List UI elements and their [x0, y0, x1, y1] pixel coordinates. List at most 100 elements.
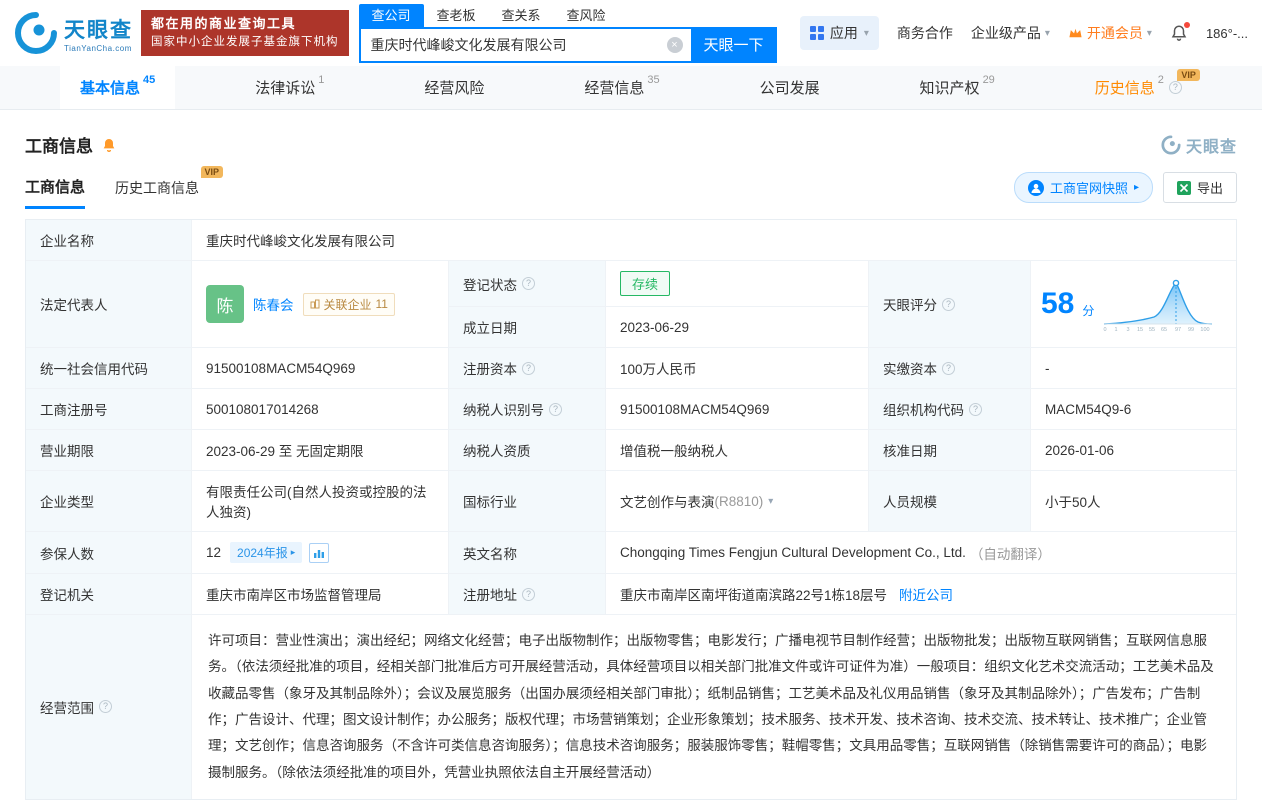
company-type-value: 有限责任公司(自然人投资或控股的法人独资) — [191, 471, 448, 531]
org-code-value: MACM54Q9-6 — [1030, 389, 1236, 429]
legal-rep-avatar[interactable]: 陈 — [206, 285, 244, 323]
logo-text: 天眼查 TianYanCha.com — [64, 14, 133, 53]
tab-legal-lawsuits[interactable]: 法律诉讼 1 — [235, 66, 344, 109]
company-name-label: 企业名称 — [26, 220, 191, 260]
export-button[interactable]: 导出 — [1162, 172, 1237, 203]
chevron-down-icon: ▾ — [1044, 27, 1050, 39]
svg-text:1: 1 — [1115, 327, 1118, 332]
help-icon[interactable] — [942, 297, 955, 311]
search-tab-boss[interactable]: 查老板 — [424, 4, 489, 27]
annual-report-label: 2024年报 — [237, 546, 288, 560]
legal-rep-name-link[interactable]: 陈春会 — [253, 294, 294, 314]
nav-join-vip[interactable]: 开通会员 ▾ — [1068, 23, 1152, 43]
table-row: 企业类型 有限责任公司(自然人投资或控股的法人独资) 国标行业 文艺创作与表演 … — [26, 470, 1236, 531]
tab-operating-risk[interactable]: 经营风险 — [404, 66, 504, 109]
header-nav: 应用 ▾ 商务合作 企业级产品 ▾ 开通会员 ▾ 186°-... — [799, 16, 1248, 50]
tab-operating-risk-label: 经营风险 — [424, 80, 485, 97]
tianyancha-company-page: 天眼查 TianYanCha.com 都在用的商业查询工具 国家中小企业发展子基… — [0, 0, 1262, 800]
help-icon[interactable] — [99, 700, 112, 714]
top-header: 天眼查 TianYanCha.com 都在用的商业查询工具 国家中小企业发展子基… — [0, 0, 1262, 66]
business-term-label: 营业期限 — [26, 430, 191, 470]
score-unit: 分 — [1082, 304, 1095, 318]
nav-business-cooperation[interactable]: 商务合作 — [897, 23, 953, 43]
temperature-indicator[interactable]: 186°-... — [1206, 26, 1248, 41]
search-tabs: 查公司 查老板 查关系 查风险 — [358, 3, 777, 27]
help-icon[interactable] — [942, 361, 955, 375]
company-type-label: 企业类型 — [26, 471, 191, 531]
tab-legal-lawsuits-label: 法律诉讼 — [255, 80, 316, 97]
subtab-history-label: 历史工商信息 — [115, 180, 200, 196]
crown-icon — [1069, 28, 1082, 38]
table-row: 登记机关 重庆市南岸区市场监督管理局 注册地址 重庆市南岸区南坪街道南滨路22号… — [26, 573, 1236, 614]
nav-enterprise-products-label: 企业级产品 — [970, 25, 1041, 41]
score-distribution-chart: 0 1 3 15 55 65 97 99 100 — [1104, 279, 1213, 332]
score-number: 58 — [1041, 287, 1075, 320]
chevron-down-icon: ▾ — [1146, 27, 1152, 39]
help-icon[interactable] — [969, 402, 982, 416]
promo-line-2: 国家中小企业发展子基金旗下机构 — [151, 36, 339, 49]
reg-status-label: 登记状态 — [448, 261, 605, 306]
subtab-business-info[interactable]: 工商信息 — [25, 176, 86, 209]
search-button[interactable]: 天眼一下 — [690, 26, 777, 63]
table-row: 企业名称 重庆时代峰峻文化发展有限公司 — [26, 220, 1236, 260]
tianyancha-logo[interactable]: 天眼查 TianYanCha.com — [14, 11, 133, 55]
subtab-history-business-info[interactable]: VIP 历史工商信息 — [115, 166, 224, 209]
search-tab-relation[interactable]: 查关系 — [489, 4, 554, 27]
arrow-right-icon: ▸ — [290, 547, 296, 557]
chevron-down-icon[interactable]: ▾ — [768, 496, 773, 507]
establish-date-label: 成立日期 — [448, 307, 605, 347]
related-companies-badge[interactable]: 关联企业 11 — [302, 292, 395, 316]
approve-date-value: 2026-01-06 — [1030, 430, 1236, 470]
tianyancha-logo-icon — [15, 12, 57, 54]
reg-capital-value: 100万人民币 — [605, 348, 868, 388]
official-snapshot-label: 工商官网快照 — [1049, 181, 1128, 196]
nav-enterprise-products[interactable]: 企业级产品 ▾ — [971, 23, 1050, 43]
reg-status-value: 存续 — [605, 261, 868, 306]
industry-code: (R8810) — [714, 493, 764, 509]
help-icon[interactable] — [522, 361, 535, 375]
help-icon[interactable] — [1168, 81, 1182, 94]
promo-banner: 都在用的商业查询工具 国家中小企业发展子基金旗下机构 — [141, 10, 349, 56]
reg-number-value: 500108017014268 — [191, 389, 448, 429]
insured-trend-icon[interactable] — [309, 542, 330, 563]
vip-badge: VIP — [1177, 69, 1200, 81]
search-tab-risk[interactable]: 查风险 — [554, 4, 619, 27]
table-row: 法定代表人 陈 陈春会 关联企业 11 登记状态 ? 存续 成立日期 2023-… — [26, 260, 1236, 347]
search-input[interactable] — [360, 36, 667, 53]
industry-label: 国标行业 — [448, 471, 605, 531]
company-tab-bar: 基本信息 45 法律诉讼 1 经营风险 经营信息 35 公司发展 知识产权 29… — [0, 66, 1262, 110]
help-icon[interactable] — [522, 277, 535, 290]
tab-intellectual-property[interactable]: 知识产权 29 — [900, 66, 1015, 109]
tab-basic-info-count: 45 — [143, 74, 156, 86]
nearby-companies-link[interactable]: 附近公司 — [899, 584, 953, 604]
official-snapshot-button[interactable]: 工商官网快照 ▸ — [1013, 172, 1153, 203]
annual-report-badge[interactable]: 2024年报 ▸ — [230, 542, 303, 563]
notifications-bell[interactable] — [1170, 22, 1190, 42]
export-label: 导出 — [1196, 181, 1223, 196]
tab-company-development-label: 公司发展 — [759, 80, 820, 97]
svg-text:100: 100 — [1201, 327, 1210, 332]
tianyancha-logo-icon — [1161, 134, 1181, 155]
reg-number-label: 工商注册号 — [26, 389, 191, 429]
tab-intellectual-property-count: 29 — [982, 74, 995, 86]
search-tab-company[interactable]: 查公司 — [358, 3, 424, 27]
clear-search-icon[interactable]: × — [666, 36, 683, 53]
score-label: 天眼评分 — [868, 261, 1030, 347]
taxpayer-quality-label: 纳税人资质 — [448, 430, 605, 470]
paid-capital-label: 实缴资本 — [868, 348, 1030, 388]
tab-operating-info-label: 经营信息 — [584, 80, 645, 97]
business-scope-value: 许可项目：营业性演出；演出经纪；网络文化经营；电子出版物制作；出版物零售；电影发… — [191, 615, 1236, 799]
tab-history-info[interactable]: VIP 历史信息 2 — [1075, 66, 1202, 109]
apps-menu[interactable]: 应用 ▾ — [799, 16, 879, 50]
insured-count-value: 12 2024年报 ▸ — [191, 532, 448, 573]
auto-translate-note: （自动翻译） — [969, 546, 1051, 562]
tab-company-development[interactable]: 公司发展 — [740, 66, 840, 109]
watermark-logo: 天眼查 — [1161, 133, 1237, 157]
help-icon[interactable] — [522, 587, 535, 601]
subscribe-bell-icon[interactable] — [101, 137, 117, 153]
help-icon[interactable] — [549, 402, 562, 416]
tab-basic-info[interactable]: 基本信息 45 — [60, 66, 176, 109]
chevron-down-icon: ▾ — [863, 27, 869, 39]
tab-operating-info[interactable]: 经营信息 35 — [564, 66, 679, 109]
legal-rep-label: 法定代表人 — [26, 261, 191, 347]
